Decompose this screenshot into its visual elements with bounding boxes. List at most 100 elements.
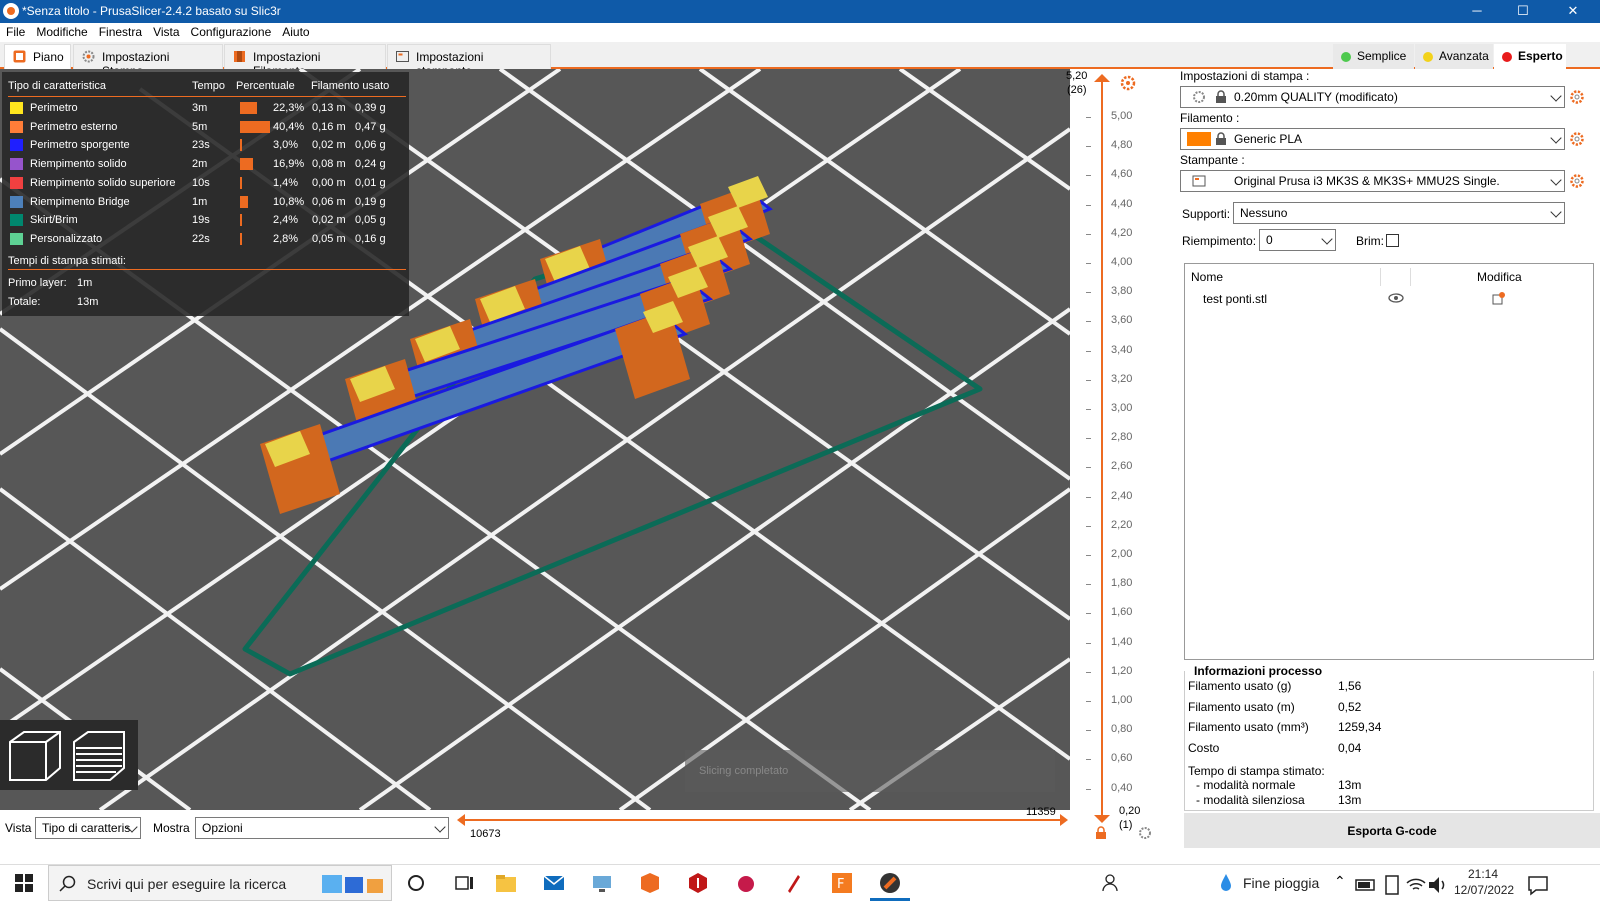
slider-lock-icon[interactable] xyxy=(1094,826,1108,840)
slider-cog-icon[interactable] xyxy=(1120,75,1136,91)
legend-color-swatch xyxy=(10,102,23,114)
mail-icon[interactable] xyxy=(542,871,566,895)
infill-combo[interactable]: 0 xyxy=(1259,229,1336,251)
legend-row[interactable]: Perimetro sporgente 23s 3,0% 0,02 m 0,06 g xyxy=(2,137,409,156)
menu-configurazione[interactable]: Configurazione xyxy=(185,23,277,39)
prusaslicer-taskbar-icon[interactable] xyxy=(878,871,902,895)
slider-top-thumb[interactable] xyxy=(1092,72,1112,84)
legend-row-grams: 0,01 g xyxy=(355,176,386,189)
mode-esperto-button[interactable]: Esperto xyxy=(1494,44,1566,69)
legend-row[interactable]: Perimetro esterno 5m 40,4% 0,16 m 0,47 g xyxy=(2,119,409,138)
export-gcode-button[interactable]: Esporta G-code xyxy=(1184,813,1600,848)
moves-horizontal-slider[interactable] xyxy=(463,819,1063,821)
tab-piano[interactable]: Piano xyxy=(4,44,71,69)
close-button[interactable]: ✕ xyxy=(1546,0,1600,23)
print-settings-edit-gear-icon[interactable] xyxy=(1569,89,1585,105)
pen-app-icon[interactable] xyxy=(782,871,806,895)
legend-row[interactable]: Personalizzato 22s 2,8% 0,05 m 0,16 g xyxy=(2,231,409,250)
task-view-icon[interactable] xyxy=(452,871,476,895)
printer-combo[interactable]: Original Prusa i3 MK3S & MK3S+ MMU2S Sin… xyxy=(1180,170,1565,192)
prusa-box-app-icon[interactable] xyxy=(638,871,662,895)
3d-preview-canvas[interactable]: Tipo di caratteristica Tempo Percentuale… xyxy=(0,69,1070,810)
legend-row[interactable]: Riempimento solido 2m 16,9% 0,08 m 0,24 g xyxy=(2,156,409,175)
legend-color-swatch xyxy=(10,158,23,171)
legend-row[interactable]: Skirt/Brim 19s 2,4% 0,02 m 0,05 g xyxy=(2,212,409,231)
menu-file[interactable]: File xyxy=(0,23,30,39)
eye-visibility-icon[interactable] xyxy=(1388,292,1404,304)
slider-tick-mark xyxy=(1086,671,1091,673)
clock-time[interactable]: 21:14 xyxy=(1468,867,1498,881)
menu-finestra[interactable]: Finestra xyxy=(93,23,147,39)
fusion-360-icon[interactable]: F xyxy=(830,871,854,895)
show-options-label: Mostra xyxy=(153,821,190,835)
slider-tick-label: 1,80 xyxy=(1111,577,1133,590)
filament-combo[interactable]: Generic PLA xyxy=(1180,128,1565,150)
mode-esperto-label: Esperto xyxy=(1518,49,1563,63)
object-row[interactable]: test ponti.stl xyxy=(1185,287,1593,307)
3d-view-cube-icon[interactable] xyxy=(6,728,64,784)
maximize-button[interactable]: ☐ xyxy=(1500,0,1546,23)
printer-edit-gear-icon[interactable] xyxy=(1569,173,1585,189)
supports-combo[interactable]: Nessuno xyxy=(1233,202,1565,224)
show-options-combo[interactable]: Opzioni xyxy=(195,817,449,839)
red-app-icon[interactable] xyxy=(686,871,710,895)
people-icon[interactable] xyxy=(1100,871,1124,895)
menu-aiuto[interactable]: Aiuto xyxy=(276,23,314,39)
hardware-icon[interactable] xyxy=(1380,873,1404,897)
menu-vista[interactable]: Vista xyxy=(147,23,184,39)
legend-row-meters: 0,00 m xyxy=(312,176,346,189)
legend-row[interactable]: Perimetro 3m 22,3% 0,13 m 0,39 g xyxy=(2,100,409,119)
slider-tick-label: 3,00 xyxy=(1111,402,1133,414)
view-type-combo[interactable]: Tipo di caratteris xyxy=(35,817,141,839)
windows-start-icon[interactable] xyxy=(12,871,36,895)
chevron-up-icon[interactable]: ⌃ xyxy=(1334,873,1346,890)
slider-tick-label: 4,80 xyxy=(1111,139,1133,152)
chevron-down-icon xyxy=(1550,206,1562,218)
file-explorer-icon[interactable] xyxy=(494,871,518,895)
tab-impostazioni-stampa[interactable]: Impostazioni Stampa xyxy=(73,44,223,78)
weather-rain-icon[interactable] xyxy=(1214,871,1238,895)
weather-text[interactable]: Fine pioggia xyxy=(1243,875,1319,891)
slider-settings-gear-icon[interactable] xyxy=(1138,826,1152,840)
taskbar-search-box[interactable]: Scrivi qui per eseguire la ricerca xyxy=(48,865,392,901)
legend-row-time: 2m xyxy=(192,158,208,171)
layers-view-icon[interactable] xyxy=(70,728,128,784)
mode-avanzata-button[interactable]: Avanzata xyxy=(1415,44,1493,69)
printer-value: Original Prusa i3 MK3S & MK3S+ MMU2S Sin… xyxy=(1234,174,1500,188)
menu-modifiche[interactable]: Modifiche xyxy=(30,23,92,39)
brim-checkbox[interactable] xyxy=(1386,234,1399,247)
slider-bottom-thumb[interactable] xyxy=(1092,813,1112,825)
print-settings-combo[interactable]: 0.20mm QUALITY (modificato) xyxy=(1180,86,1565,108)
filament-color-swatch[interactable] xyxy=(1187,132,1211,146)
legend-row-name: Personalizzato xyxy=(30,232,103,245)
volume-icon[interactable] xyxy=(1426,873,1450,897)
info-row-value: 0,04 xyxy=(1338,740,1362,755)
mode-semplice-label: Semplice xyxy=(1357,49,1407,63)
tab-impostazioni-stampante[interactable]: Impostazioni stampante xyxy=(387,44,551,78)
remote-desktop-icon[interactable] xyxy=(590,871,614,895)
legend-row-percent: 40,4% xyxy=(273,120,305,133)
filament-edit-gear-icon[interactable] xyxy=(1569,131,1585,147)
slider-track xyxy=(1101,81,1103,816)
slider-tick-mark xyxy=(1086,467,1091,469)
legend-row-name: Skirt/Brim xyxy=(30,214,78,227)
battery-icon[interactable] xyxy=(1354,873,1378,897)
legend-row-name: Riempimento solido superiore xyxy=(30,176,176,189)
edit-settings-icon[interactable] xyxy=(1492,291,1506,305)
wifi-icon[interactable] xyxy=(1404,873,1428,897)
mode-semplice-button[interactable]: Semplice xyxy=(1333,44,1414,69)
legend-row-grams: 0,16 g xyxy=(355,232,386,245)
notification-center-icon[interactable] xyxy=(1526,873,1550,897)
layer-vertical-slider[interactable]: 5,20 (26) 5,00 4,80 4,60 4,40 4,20 4,00 3,80 3,… xyxy=(1066,69,1180,864)
cortana-icon[interactable] xyxy=(404,871,428,895)
tab-impostazioni-filamento[interactable]: Impostazioni Filamento xyxy=(224,44,386,78)
legend-row[interactable]: Riempimento Bridge 1m 10,8% 0,06 m 0,19 g xyxy=(2,194,409,213)
clock-date[interactable]: 12/07/2022 xyxy=(1454,883,1514,897)
raspberry-pi-imager-icon[interactable] xyxy=(734,871,758,895)
hslider-right-thumb[interactable] xyxy=(1058,813,1070,827)
minimize-button[interactable]: ─ xyxy=(1454,0,1500,23)
search-highlight-icon xyxy=(322,875,383,893)
slider-tick-mark xyxy=(1086,379,1091,381)
legend-row[interactable]: Riempimento solido superiore 10s 1,4% 0,00 … xyxy=(2,175,409,194)
hslider-left-thumb[interactable] xyxy=(455,813,467,827)
